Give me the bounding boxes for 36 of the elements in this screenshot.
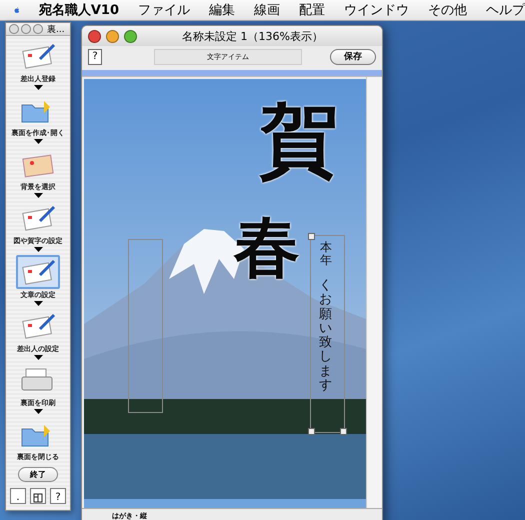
menu-item[interactable]: 配置 [299,1,325,19]
minimize-icon[interactable] [21,24,31,34]
small-button[interactable]: ? [50,488,66,504]
menu-item[interactable]: ウインドウ [344,1,409,19]
down-arrow-icon [34,355,42,360]
menu-item[interactable]: 編集 [209,1,235,19]
zoom-icon[interactable] [124,30,137,42]
zoom-icon[interactable] [33,24,43,34]
menu-item[interactable]: ヘルプ [486,1,525,19]
layout-button[interactable] [30,488,46,504]
down-arrow-icon [34,139,42,144]
minimize-icon[interactable] [106,30,119,42]
text-frame[interactable] [310,235,345,433]
small-button[interactable]: . [10,488,26,504]
down-arrow-icon [34,247,42,252]
down-arrow-icon [34,409,42,414]
layout-icon [33,493,43,503]
text-frame[interactable] [128,239,163,413]
down-arrow-icon [34,85,42,90]
message-text: 本年 [320,241,332,268]
greeting-text: 春 [234,214,300,280]
save-button[interactable]: 保存 [330,49,376,65]
quit-button[interactable]: 終了 [18,467,58,482]
window-title: 名称未設定 1（136%表示） [182,28,323,44]
down-arrow-icon [34,193,42,198]
close-icon[interactable] [88,30,101,42]
menu-item[interactable]: その他 [428,1,467,19]
menu-item[interactable]: ファイル [138,1,190,19]
close-icon[interactable] [9,24,19,34]
app-menu[interactable]: 宛名職人V10 [38,1,119,19]
scroll-bar[interactable] [366,77,382,508]
message-text: くお願い致します [319,279,332,394]
palette-title: 裏... [47,24,65,36]
menu-item[interactable]: 線画 [254,1,280,19]
down-arrow-icon [34,301,42,306]
help-button[interactable]: ? [88,49,102,65]
